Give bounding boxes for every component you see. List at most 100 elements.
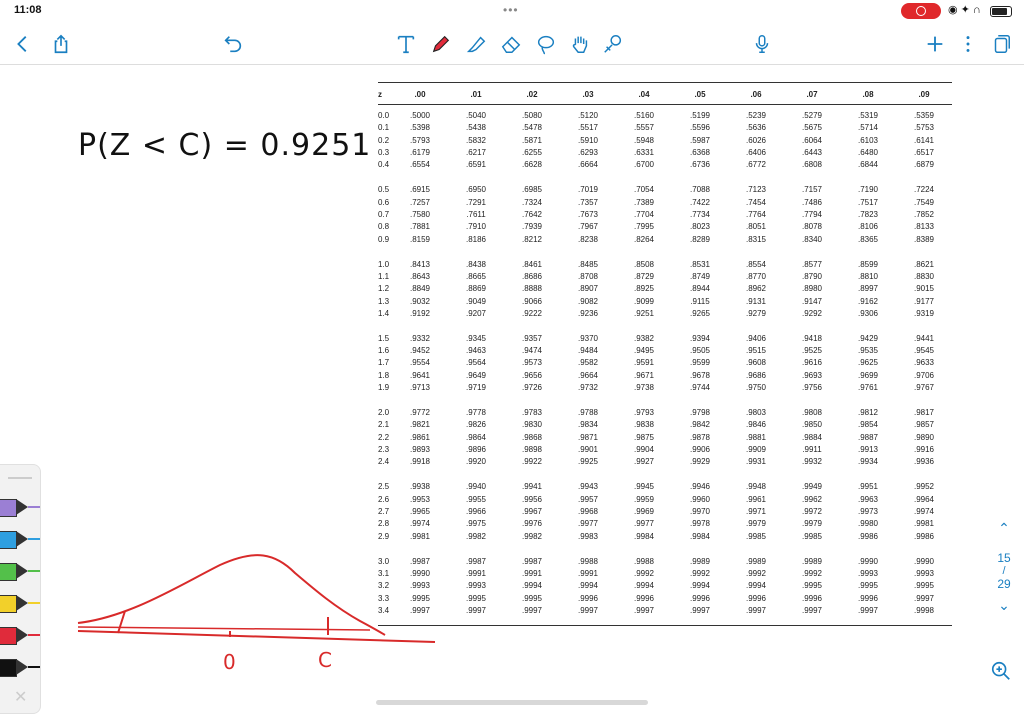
probability-cell: .8106 <box>857 222 879 232</box>
probability-cell: .7224 <box>913 185 935 195</box>
probability-cell: .8686 <box>521 271 543 281</box>
pen-color-line <box>28 538 40 540</box>
back-icon[interactable] <box>10 31 36 57</box>
shapes-icon[interactable] <box>600 31 626 57</box>
pages-icon[interactable] <box>988 31 1014 57</box>
undo-icon[interactable] <box>220 31 246 57</box>
handdrawn-bell-curve <box>77 554 436 643</box>
pen-blue-icon[interactable] <box>0 527 40 551</box>
pen-icon[interactable] <box>428 31 454 57</box>
probability-cell: .8810 <box>857 271 879 281</box>
text-tool-icon[interactable] <box>393 31 419 57</box>
share-icon[interactable] <box>48 31 74 57</box>
probability-cell: .5478 <box>521 123 543 133</box>
tray-handle[interactable] <box>8 477 32 479</box>
probability-cell: .8413 <box>409 259 431 269</box>
pen-black-icon[interactable] <box>0 655 40 679</box>
probability-cell: .5359 <box>913 111 935 120</box>
probability-cell: .9251 <box>633 308 655 318</box>
probability-cell: .9995 <box>857 581 879 591</box>
add-icon[interactable] <box>922 31 948 57</box>
probability-cell: .5199 <box>689 111 711 120</box>
probability-cell: .9960 <box>689 494 711 504</box>
probability-cell: .5319 <box>857 111 879 120</box>
pen-yellow-icon[interactable] <box>0 591 40 615</box>
probability-cell: .9803 <box>745 408 767 417</box>
probability-cell: .9778 <box>465 408 487 417</box>
probability-cell: .9964 <box>913 494 935 504</box>
pen-red-icon[interactable] <box>0 623 40 647</box>
probability-cell: .9864 <box>465 432 487 442</box>
probability-cell: .9535 <box>857 346 879 356</box>
probability-cell: .9306 <box>857 308 879 318</box>
probability-cell: .5120 <box>577 111 599 120</box>
probability-cell: .9997 <box>465 605 487 615</box>
probability-cell: .9495 <box>633 346 655 356</box>
probability-cell: .9992 <box>801 568 823 578</box>
probability-cell: .9978 <box>689 519 711 529</box>
probability-cell: .9846 <box>745 420 767 430</box>
probability-cell: .8051 <box>745 222 767 232</box>
probability-cell: .7454 <box>745 197 767 207</box>
close-icon[interactable]: ✕ <box>14 687 27 707</box>
probability-cell: .8729 <box>633 271 655 281</box>
probability-cell: .5438 <box>465 123 487 133</box>
probability-cell: .9994 <box>521 581 543 591</box>
probability-cell: .9976 <box>521 519 543 529</box>
lasso-icon[interactable] <box>533 31 559 57</box>
probability-cell: .8078 <box>801 222 823 232</box>
probability-cell: .9971 <box>745 506 767 516</box>
probability-cell: .9961 <box>745 494 767 504</box>
probability-cell: .9996 <box>633 593 655 603</box>
probability-cell: .7673 <box>577 209 599 219</box>
probability-cell: .9973 <box>857 506 879 516</box>
probability-cell: .9345 <box>465 333 487 343</box>
zoom-icon[interactable] <box>990 660 1012 682</box>
probability-cell: .9997 <box>913 593 935 603</box>
probability-cell: .8925 <box>633 284 655 294</box>
pen-green-icon[interactable] <box>0 559 40 583</box>
probability-cell: .9861 <box>409 432 431 442</box>
page-down-icon[interactable]: ⌄ <box>990 597 1018 614</box>
probability-cell: .9564 <box>465 358 487 368</box>
probability-cell: .9982 <box>521 531 543 541</box>
probability-cell: .9878 <box>689 432 711 442</box>
probability-cell: .8643 <box>409 271 431 281</box>
probability-cell: .9868 <box>521 432 543 442</box>
probability-cell: .7852 <box>913 209 935 219</box>
hand-icon[interactable] <box>567 31 593 57</box>
pen-purple-icon[interactable] <box>0 495 40 519</box>
probability-cell: .9591 <box>633 358 655 368</box>
probability-cell: .9940 <box>465 482 487 492</box>
header-col: .07 <box>806 90 818 99</box>
probability-cell: .8997 <box>857 284 879 294</box>
probability-cell: .9968 <box>577 506 599 516</box>
pen-color-line <box>28 602 40 604</box>
probability-cell: .5239 <box>745 111 767 120</box>
probability-cell: .6844 <box>857 160 879 170</box>
probability-cell: .6591 <box>465 160 487 170</box>
multitask-dots[interactable]: ••• <box>503 3 519 17</box>
probability-cell: .9988 <box>633 556 655 566</box>
more-icon[interactable] <box>955 31 981 57</box>
probability-cell: .9474 <box>521 346 543 356</box>
probability-cell: .5948 <box>633 135 655 145</box>
mic-icon[interactable] <box>749 31 775 57</box>
probability-cell: .7549 <box>913 197 935 207</box>
probability-cell: .7823 <box>857 209 879 219</box>
probability-cell: .9996 <box>801 593 823 603</box>
probability-cell: .7704 <box>633 209 655 219</box>
probability-cell: .6217 <box>465 148 487 158</box>
probability-cell: .9767 <box>913 383 935 393</box>
probability-cell: .9032 <box>409 296 431 306</box>
home-indicator[interactable] <box>376 700 648 705</box>
page-up-icon[interactable]: ⌃ <box>990 520 1018 537</box>
probability-cell: .9996 <box>745 593 767 603</box>
eraser-icon[interactable] <box>498 31 524 57</box>
probability-cell: .9986 <box>913 531 935 541</box>
highlighter-icon[interactable] <box>463 31 489 57</box>
probability-cell: .8849 <box>409 284 431 294</box>
screen-recording-indicator[interactable] <box>901 3 941 19</box>
probability-cell: .9750 <box>745 383 767 393</box>
probability-cell: .9981 <box>409 531 431 541</box>
